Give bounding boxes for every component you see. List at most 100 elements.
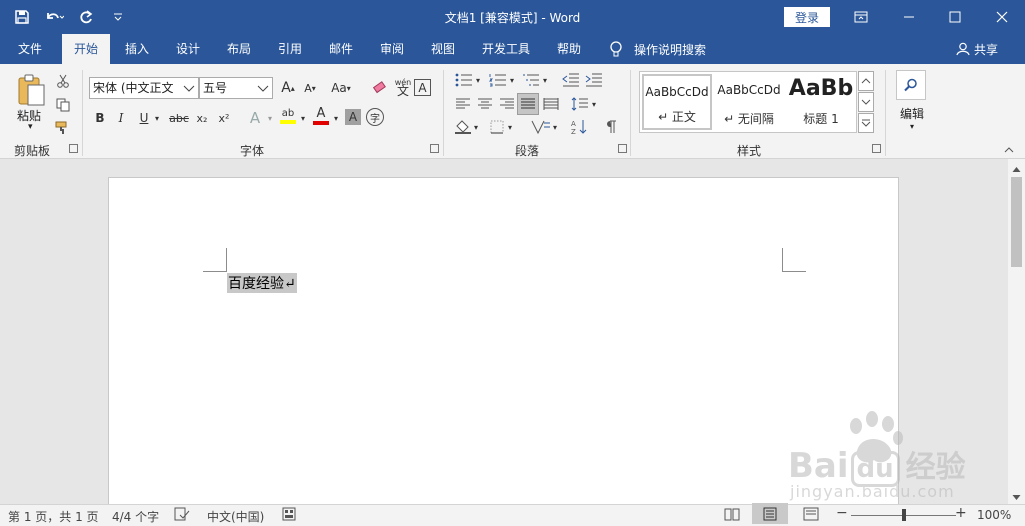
clear-formatting-icon[interactable] <box>369 77 391 99</box>
tab-view[interactable]: 视图 <box>419 34 467 64</box>
align-right-icon[interactable] <box>496 93 518 115</box>
increase-indent-icon[interactable] <box>583 69 605 91</box>
copy-icon[interactable] <box>52 94 74 116</box>
superscript-button[interactable]: x² <box>213 107 235 129</box>
subscript-button[interactable]: x₂ <box>191 107 213 129</box>
format-painter-icon[interactable] <box>52 117 74 139</box>
tab-developer[interactable]: 开发工具 <box>474 34 538 64</box>
style-no-spacing[interactable]: AaBbCcDd ↵ 无间隔 <box>714 74 784 130</box>
font-color-swatch <box>313 121 329 125</box>
document-text[interactable]: 百度经验↵ <box>227 273 297 293</box>
scroll-thumb[interactable] <box>1011 177 1022 267</box>
text-effects-button[interactable]: A <box>244 107 266 129</box>
character-shading-button[interactable]: A <box>345 109 361 125</box>
font-size-dropdown[interactable]: 五号 <box>199 77 273 99</box>
collapse-ribbon-icon[interactable] <box>1000 142 1018 158</box>
show-marks-icon[interactable] <box>600 116 622 138</box>
grow-font-icon[interactable]: A ▴ <box>277 77 299 99</box>
styles-more-icon[interactable] <box>858 113 874 133</box>
tell-me-search[interactable]: 操作说明搜索 <box>610 34 706 64</box>
ribbon: 粘贴 ▾ 剪贴板 宋体 (中文正文 五号 A ▴ A ▾ Aa ▾ wén 文 A B… <box>0 64 1025 159</box>
distributed-icon[interactable] <box>540 93 562 115</box>
line-spacing-dropdown-icon[interactable]: ▾ <box>589 93 599 115</box>
styles-group-label: 样式 <box>737 144 762 158</box>
change-case-icon[interactable]: Aa ▾ <box>327 77 355 99</box>
styles-down-icon[interactable] <box>858 92 874 112</box>
multilevel-dropdown-icon[interactable]: ▾ <box>540 69 550 91</box>
styles-up-icon[interactable] <box>858 71 874 91</box>
align-center-icon[interactable] <box>474 93 496 115</box>
word-count[interactable]: 4/4 个字 <box>112 508 159 525</box>
watermark-brand: Bai <box>788 446 849 486</box>
underline-dropdown-icon[interactable]: ▾ <box>151 107 163 129</box>
minimize-icon[interactable] <box>886 0 932 34</box>
macro-recording-icon[interactable] <box>282 507 296 524</box>
page-count[interactable]: 第 1 页，共 1 页 <box>8 508 99 525</box>
editing-button[interactable]: 编辑 ▾ <box>896 70 928 140</box>
borders-dropdown-icon[interactable]: ▾ <box>505 116 515 138</box>
enclose-characters-button[interactable]: 字 <box>366 108 384 126</box>
share-button[interactable]: 共享 <box>956 34 998 64</box>
style-heading-1[interactable]: AaBb 标题 1 <box>786 74 856 130</box>
cut-icon[interactable] <box>52 70 74 92</box>
italic-button[interactable]: I <box>110 107 132 129</box>
tab-review[interactable]: 审阅 <box>368 34 416 64</box>
bullets-dropdown-icon[interactable]: ▾ <box>473 69 483 91</box>
align-left-icon[interactable] <box>452 93 474 115</box>
vertical-scrollbar[interactable] <box>1008 159 1025 504</box>
tab-design[interactable]: 设计 <box>164 34 212 64</box>
numbering-dropdown-icon[interactable]: ▾ <box>507 69 517 91</box>
tab-help[interactable]: 帮助 <box>545 34 593 64</box>
tab-home[interactable]: 开始 <box>62 34 110 64</box>
strikethrough-button[interactable]: abc <box>167 107 191 129</box>
font-name-dropdown[interactable]: 宋体 (中文正文 <box>89 77 199 99</box>
watermark-jingyan: 经验 <box>905 450 966 485</box>
highlight-button[interactable]: ab <box>277 105 299 127</box>
font-color-button[interactable]: A <box>310 105 332 127</box>
margin-corner <box>782 248 806 272</box>
highlight-dropdown-icon[interactable]: ▾ <box>297 107 309 129</box>
print-layout-icon[interactable] <box>752 503 788 524</box>
chinese-layout-dropdown-icon[interactable]: ▾ <box>550 116 560 138</box>
ribbon-display-icon[interactable] <box>838 0 884 34</box>
tab-layout[interactable]: 布局 <box>215 34 263 64</box>
scroll-up-icon[interactable] <box>1012 162 1021 176</box>
tab-file[interactable]: 文件 <box>6 34 54 64</box>
shrink-font-icon[interactable]: A ▾ <box>299 77 321 99</box>
phonetic-guide-icon[interactable]: wén 文 <box>392 76 414 98</box>
tab-references[interactable]: 引用 <box>266 34 314 64</box>
tab-insert[interactable]: 插入 <box>113 34 161 64</box>
line-spacing-icon[interactable] <box>569 93 591 115</box>
font-color-dropdown-icon[interactable]: ▾ <box>330 107 342 129</box>
clipboard-group-label: 剪贴板 <box>14 144 51 158</box>
styles-launcher-icon[interactable] <box>872 144 881 153</box>
close-icon[interactable] <box>979 0 1025 34</box>
document-page[interactable]: 百度经验↵ <box>108 177 899 507</box>
text-effects-dropdown-icon[interactable]: ▾ <box>264 107 276 129</box>
read-mode-icon[interactable] <box>724 507 740 524</box>
zoom-in-button[interactable]: + <box>955 505 967 521</box>
shading-dropdown-icon[interactable]: ▾ <box>471 116 481 138</box>
decrease-indent-icon[interactable] <box>560 69 582 91</box>
paste-icon[interactable] <box>16 70 46 110</box>
proofing-icon[interactable] <box>174 507 190 524</box>
character-border-icon[interactable]: A <box>414 79 431 96</box>
web-layout-icon[interactable] <box>803 507 819 524</box>
zoom-out-button[interactable]: − <box>836 505 848 521</box>
style-normal[interactable]: AaBbCcDd ↵ 正文 <box>642 74 712 130</box>
sort-icon[interactable]: AZ <box>569 116 591 138</box>
zoom-slider-thumb[interactable] <box>901 509 906 521</box>
login-button[interactable]: 登录 <box>784 7 830 27</box>
paste-dropdown-icon[interactable]: ▾ <box>28 122 33 132</box>
font-launcher-icon[interactable] <box>430 144 439 153</box>
maximize-icon[interactable] <box>932 0 978 34</box>
tab-mailings[interactable]: 邮件 <box>317 34 365 64</box>
baidu-watermark: Bai du 经验 jingyan.baidu.com <box>788 408 978 503</box>
paragraph-launcher-icon[interactable] <box>618 144 627 153</box>
language-indicator[interactable]: 中文(中国) <box>207 508 264 525</box>
justify-icon[interactable] <box>517 93 539 115</box>
clipboard-launcher-icon[interactable] <box>69 144 78 153</box>
bold-button[interactable]: B <box>89 107 111 129</box>
scroll-down-icon[interactable] <box>1012 490 1021 504</box>
zoom-level[interactable]: 100% <box>977 508 1011 522</box>
